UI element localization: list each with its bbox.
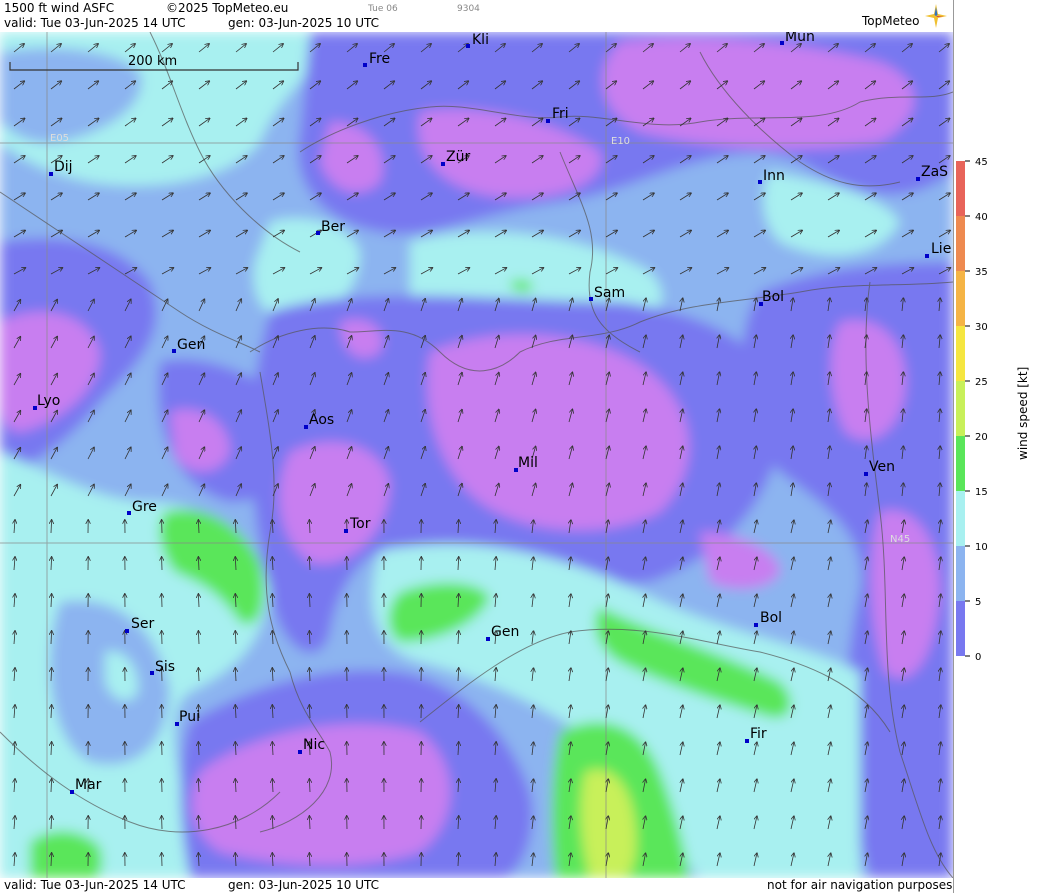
city-label: Lie (931, 241, 951, 257)
city-label: Tor (349, 516, 371, 532)
city-label: Mar (75, 777, 102, 793)
header-bar: 1500 ft wind ASFC ©2025 TopMeteo.eu Tue … (0, 0, 953, 32)
legend-tick-label: 30 (975, 322, 988, 333)
graticule-label-lon-east: E10 (611, 136, 630, 147)
city-dot (546, 119, 550, 123)
city-label: Ser (131, 616, 155, 632)
city-label: Sis (155, 659, 175, 675)
legend-tick-label: 5 (975, 597, 981, 608)
compass-star-icon (925, 4, 947, 28)
legend-color-box (956, 491, 965, 546)
city-dot (363, 63, 367, 67)
generated-time-text: gen: 03-Jun-2025 10 UTC (228, 16, 380, 30)
city-label: Bol (760, 610, 782, 626)
legend-color-box (956, 161, 965, 216)
city-label: Bol (762, 289, 784, 305)
legend-color-box (956, 326, 965, 381)
city-dot (754, 623, 758, 627)
city-label: Fir (750, 726, 767, 742)
city-label: Ber (321, 219, 345, 235)
wind-map[interactable]: 200 km E05 E10 N45 Kli Mün Fre Fri Dij Z… (0, 32, 953, 878)
legend-tick-label: 10 (975, 542, 988, 553)
city-dot (758, 180, 762, 184)
graticule-label-lat: N45 (890, 534, 910, 545)
product-title: 1500 ft wind ASFC (4, 1, 115, 15)
city-dot (150, 671, 154, 675)
legend-title-container: wind speed [kt] (1016, 360, 1040, 480)
navigation-disclaimer: not for air navigation purposes (767, 878, 953, 892)
city-dot (172, 349, 176, 353)
wind-speed-legend: 45 40 35 30 25 20 15 10 5 0 (956, 157, 988, 663)
city-dot (589, 297, 593, 301)
city-dot (298, 750, 302, 754)
graticule-label-lon-west: E05 (50, 133, 69, 144)
city-label: Mün (785, 32, 815, 45)
footer-valid-time: valid: Tue 03-Jun-2025 14 UTC (4, 878, 186, 892)
city-dot (316, 231, 320, 235)
legend-tick-label: 25 (975, 377, 988, 388)
city-dot (916, 177, 920, 181)
legend-color-box (956, 546, 965, 601)
city-dot (925, 254, 929, 258)
city-label: Inn (763, 168, 785, 184)
city-dot (466, 44, 470, 48)
city-label: ZaS (921, 164, 948, 180)
legend-ticks: 45 40 35 30 25 20 15 10 5 0 (965, 157, 988, 663)
city-label: Mil (518, 455, 538, 471)
city-label: Sam (594, 285, 625, 301)
legend-tick-label: 40 (975, 212, 988, 223)
wind-field-layer (0, 32, 953, 878)
city-dot (486, 637, 490, 641)
legend-tick-label: 15 (975, 487, 988, 498)
city-dot (49, 172, 53, 176)
legend-color-boxes (956, 161, 965, 656)
city-dot (864, 472, 868, 476)
city-label: Zür (446, 149, 470, 165)
city-dot (304, 425, 308, 429)
footer-generated-time: gen: 03-Jun-2025 10 UTC (228, 878, 380, 892)
city-dot (125, 629, 129, 633)
city-label: Gen (491, 624, 519, 640)
city-dot (780, 41, 784, 45)
scale-bar-label: 200 km (128, 54, 177, 69)
run-tab-label: Tue 06 (368, 4, 398, 14)
run-code-label: 9304 (457, 4, 480, 14)
city-label: Lyo (37, 393, 60, 409)
city-dot (344, 529, 348, 533)
legend-color-box (956, 436, 965, 491)
copyright-text: ©2025 TopMeteo.eu (166, 1, 289, 15)
legend-tick-label: 45 (975, 157, 988, 168)
city-dot (441, 162, 445, 166)
legend-color-box (956, 601, 965, 656)
city-label: Fri (552, 106, 569, 122)
city-label: Ven (869, 459, 895, 475)
city-label: Fre (369, 51, 390, 67)
legend-title: wind speed [kt] (1016, 366, 1030, 460)
city-dot (745, 739, 749, 743)
legend-color-box (956, 381, 965, 436)
city-label: Gre (132, 499, 157, 515)
legend-tick-label: 35 (975, 267, 988, 278)
city-label: Aos (309, 412, 334, 428)
city-label: Gen (177, 337, 205, 353)
city-label: Pui (179, 709, 200, 725)
city-label: Kli (472, 32, 489, 48)
city-label: Dij (54, 159, 73, 175)
topmeteo-logo: TopMeteo (862, 14, 920, 28)
city-dot (70, 790, 74, 794)
legend-tick-label: 0 (975, 652, 981, 663)
legend-color-box (956, 271, 965, 326)
legend-color-box (956, 216, 965, 271)
valid-time-text: valid: Tue 03-Jun-2025 14 UTC (4, 16, 186, 30)
city-label: Nic (303, 737, 325, 753)
footer-bar: valid: Tue 03-Jun-2025 14 UTC gen: 03-Ju… (0, 878, 953, 893)
legend-tick-label: 20 (975, 432, 988, 443)
city-dot (127, 511, 131, 515)
